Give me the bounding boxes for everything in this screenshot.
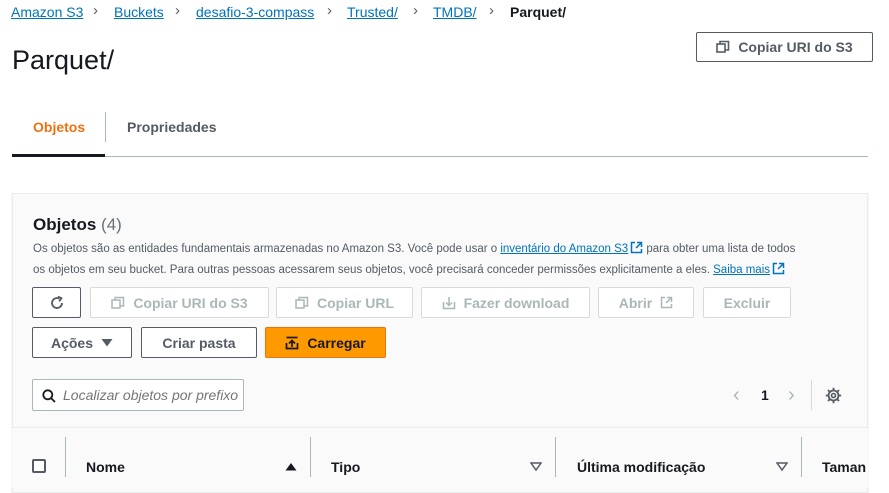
copy-url-button[interactable]: Copiar URL xyxy=(276,287,413,318)
objects-count: (4) xyxy=(101,215,122,234)
chevron-right-icon: › xyxy=(413,2,418,19)
caret-down-icon xyxy=(101,338,113,346)
copy-s3-uri-label: Copiar URI do S3 xyxy=(738,39,853,55)
pagination-prev-icon[interactable]: ‹ xyxy=(733,384,740,407)
create-folder-label: Criar pasta xyxy=(162,334,236,351)
column-divider xyxy=(555,437,556,477)
upload-label: Carregar xyxy=(307,334,366,351)
page-title: Parquet/ xyxy=(12,45,115,75)
upload-button[interactable]: Carregar xyxy=(265,327,386,358)
external-link-icon xyxy=(772,262,785,275)
sort-icon[interactable] xyxy=(530,462,542,471)
objects-heading: Objetos (4) xyxy=(33,215,122,235)
objects-description-line1: Os objetos são as entidades fundamentais… xyxy=(33,241,795,255)
learn-more-link[interactable]: Saiba mais xyxy=(713,264,770,276)
pagination-next-icon[interactable]: › xyxy=(788,384,795,407)
settings-gear-icon[interactable] xyxy=(825,387,842,404)
sort-ascending-icon[interactable] xyxy=(285,462,297,471)
actions-label: Ações xyxy=(50,334,94,351)
column-header-type[interactable]: Tipo xyxy=(331,459,360,475)
download-icon xyxy=(442,296,455,309)
select-all-checkbox[interactable] xyxy=(32,459,46,473)
table-header xyxy=(12,427,868,488)
tab-objetos[interactable]: Objetos xyxy=(33,119,85,135)
copy-uri-label: Copiar URI do S3 xyxy=(133,294,248,311)
sort-icon[interactable] xyxy=(776,462,788,471)
chevron-right-icon: › xyxy=(93,2,98,19)
download-button[interactable]: Fazer download xyxy=(421,287,590,318)
open-button[interactable]: Abrir xyxy=(598,287,694,318)
pagination-page[interactable]: 1 xyxy=(761,387,769,403)
copy-url-label: Copiar URL xyxy=(317,294,394,311)
objects-title: Objetos xyxy=(33,215,97,234)
copy-icon xyxy=(295,296,309,309)
upload-icon xyxy=(285,336,299,349)
breadcrumb-buckets[interactable]: Buckets xyxy=(114,4,164,20)
description-text-post: para obter uma lista de todos xyxy=(643,243,796,255)
delete-button[interactable]: Excluir xyxy=(703,287,791,318)
search-box[interactable] xyxy=(32,379,244,411)
actions-dropdown[interactable]: Ações xyxy=(32,327,132,358)
column-divider xyxy=(801,437,802,477)
column-divider xyxy=(65,437,66,477)
refresh-icon xyxy=(50,295,63,309)
delete-label: Excluir xyxy=(723,294,771,311)
tabs-baseline xyxy=(12,156,868,157)
breadcrumb-tmdb[interactable]: TMDB/ xyxy=(433,4,477,20)
column-header-last-modified[interactable]: Última modificação xyxy=(577,459,705,475)
tab-propriedades[interactable]: Propriedades xyxy=(127,119,216,135)
description-text-2: os objetos em seu bucket. Para outras pe… xyxy=(33,264,714,276)
copy-icon xyxy=(716,40,730,53)
download-label: Fazer download xyxy=(463,294,570,311)
objects-description-line2: os objetos em seu bucket. Para outras pe… xyxy=(33,262,785,276)
chevron-right-icon: › xyxy=(327,2,332,19)
create-folder-button[interactable]: Criar pasta xyxy=(141,327,257,358)
tab-active-indicator xyxy=(12,154,105,157)
copy-icon xyxy=(111,296,125,309)
chevron-right-icon: › xyxy=(489,2,494,19)
breadcrumb-current: Parquet/ xyxy=(510,4,567,20)
column-header-name[interactable]: Nome xyxy=(86,459,125,475)
copy-s3-uri-button[interactable]: Copiar URI do S3 xyxy=(696,32,873,62)
breadcrumb-amazon-s3[interactable]: Amazon S3 xyxy=(11,4,83,20)
search-input[interactable] xyxy=(63,380,241,410)
external-link-icon xyxy=(630,241,643,254)
column-header-size[interactable]: Taman xyxy=(822,459,867,475)
breadcrumb-bucket[interactable]: desafio-3-compass xyxy=(196,4,314,20)
open-label: Abrir xyxy=(618,294,653,311)
description-text: Os objetos são as entidades fundamentais… xyxy=(33,243,501,255)
copy-uri-button[interactable]: Copiar URI do S3 xyxy=(90,287,269,318)
inventory-link[interactable]: inventário do Amazon S3 xyxy=(500,243,628,255)
search-icon xyxy=(42,389,56,403)
refresh-button[interactable] xyxy=(32,287,81,318)
pagination-divider xyxy=(811,380,812,410)
breadcrumb-trusted[interactable]: Trusted/ xyxy=(347,4,398,20)
tab-divider xyxy=(105,112,106,142)
external-link-icon xyxy=(660,296,673,309)
chevron-right-icon: › xyxy=(175,2,180,19)
column-divider xyxy=(310,437,311,477)
